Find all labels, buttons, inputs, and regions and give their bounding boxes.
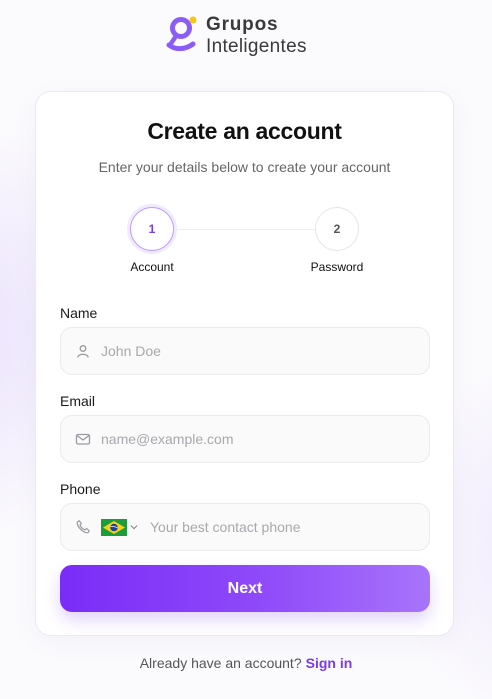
user-icon <box>77 345 89 358</box>
step-account[interactable]: 1 Account <box>112 207 192 274</box>
step-label-password: Password <box>310 260 364 274</box>
stepper-connector <box>176 229 316 230</box>
chevron-down-icon <box>130 525 138 530</box>
brand-logo-icon <box>166 16 197 52</box>
phone-input-wrapper[interactable] <box>60 503 430 551</box>
step-number-1: 1 <box>130 207 174 251</box>
phone-field-group: Phone <box>60 481 430 551</box>
country-code-select[interactable] <box>101 518 138 536</box>
sign-in-link[interactable]: Sign in <box>306 655 353 671</box>
signin-prompt-text: Already have an account? <box>139 655 302 671</box>
brand-logo: Grupos Inteligentes <box>166 14 307 56</box>
step-label-account: Account <box>130 260 174 274</box>
email-field-group: Email <box>60 393 430 463</box>
signup-card: Create an account Enter your details bel… <box>35 91 454 636</box>
email-input[interactable] <box>101 431 429 447</box>
name-field-group: Name <box>60 305 430 375</box>
name-input[interactable] <box>101 343 429 359</box>
brazil-flag-icon <box>101 518 127 536</box>
brand-name-line2: Inteligentes <box>206 35 307 57</box>
name-input-wrapper[interactable] <box>60 327 430 375</box>
signin-prompt: Already have an account? Sign in <box>0 655 492 671</box>
brand-name-line1: Grupos <box>206 13 279 35</box>
step-password[interactable]: 2 Password <box>297 207 377 274</box>
phone-icon <box>76 520 90 534</box>
page-subtitle: Enter your details below to create your … <box>98 159 391 175</box>
stepper: 1 Account 2 Password <box>36 207 453 277</box>
email-input-wrapper[interactable] <box>60 415 430 463</box>
next-button[interactable]: Next <box>60 565 430 612</box>
step-number-2: 2 <box>315 207 359 251</box>
page-title: Create an account <box>147 118 342 144</box>
email-label: Email <box>60 393 96 409</box>
phone-input[interactable] <box>150 519 429 535</box>
phone-label: Phone <box>60 481 101 497</box>
mail-icon <box>75 433 91 445</box>
name-label: Name <box>60 305 98 321</box>
